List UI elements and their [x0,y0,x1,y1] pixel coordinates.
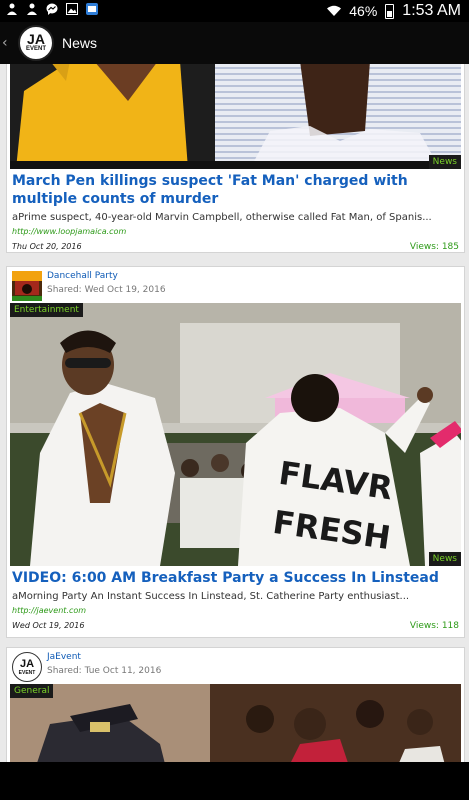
publish-date: Thu Oct 20, 2016 [12,242,82,251]
person-icon [27,3,37,15]
article-summary: aMorning Party An Instant Success In Lin… [12,591,410,602]
card-header: JA EVENT JaEvent Shared: Tue Oct 11, 201… [7,648,464,684]
system-nav-bar [0,762,469,800]
news-photo [10,684,461,762]
type-tag: News [428,552,461,566]
news-photo: FLAVR FRESH [10,303,461,566]
category-tag: News [428,155,461,169]
card-meta: Wed Oct 19, 2016 Views: 118 [12,619,459,637]
news-image[interactable]: FLAVR FRESH Entertainment News [10,303,461,566]
wifi-icon [327,5,342,16]
status-bar: 46% 1:53 AM [0,0,469,22]
source-link[interactable]: http://jaevent.com [12,606,459,615]
article-summary: aPrime suspect, 40-year-old Marvin Campb… [12,212,432,223]
news-image[interactable]: News [10,64,461,169]
app-notification-icon [86,3,98,15]
page-title: News [62,35,98,51]
person-upload-icon [7,3,17,15]
news-image[interactable]: General [10,684,461,762]
source-avatar[interactable]: JA EVENT [12,652,42,682]
back-chevron-icon[interactable]: ‹ [2,35,16,51]
news-card[interactable]: Dancehall Party Shared: Wed Oct 19, 2016 [6,266,465,638]
logo-text-top: JA [27,31,45,47]
news-card[interactable]: News March Pen killings suspect 'Fat Man… [6,64,465,253]
app-logo[interactable]: JA EVENT [18,25,54,61]
app-bar: ‹ JA EVENT News [0,22,469,64]
card-meta: Thu Oct 20, 2016 Views: 185 [12,240,459,258]
image-icon [66,3,78,15]
notification-icons [6,3,98,15]
messenger-icon [46,3,58,15]
category-tag: General [10,684,54,698]
card-header: Dancehall Party Shared: Wed Oct 19, 2016 [7,267,464,303]
news-feed[interactable]: News March Pen killings suspect 'Fat Man… [0,64,469,762]
article-title[interactable]: March Pen killings suspect 'Fat Man' cha… [12,172,459,208]
source-name[interactable]: Dancehall Party [47,271,118,281]
shared-date: Shared: Wed Oct 19, 2016 [47,285,166,295]
source-avatar[interactable] [12,271,42,301]
source-name[interactable]: JaEvent [47,652,81,662]
shared-date: Shared: Tue Oct 11, 2016 [47,666,162,676]
battery-percent: 46% [349,3,378,19]
battery-icon [385,3,395,19]
view-count: Views: 185 [409,242,459,252]
category-tag: Entertainment [10,303,83,317]
article-title[interactable]: VIDEO: 6:00 AM Breakfast Party a Success… [12,569,459,587]
source-link[interactable]: http://www.loopjamaica.com [12,227,459,236]
news-card[interactable]: JA EVENT JaEvent Shared: Tue Oct 11, 201… [6,647,465,762]
logo-text-bottom: EVENT [25,46,46,52]
view-count: Views: 118 [409,621,459,631]
news-photo [10,64,461,169]
clock: 1:53 AM [402,2,461,19]
publish-date: Wed Oct 19, 2016 [12,621,85,630]
avatar-text-bottom: EVENT [18,669,36,676]
avatar-text-top: JA [19,657,35,670]
